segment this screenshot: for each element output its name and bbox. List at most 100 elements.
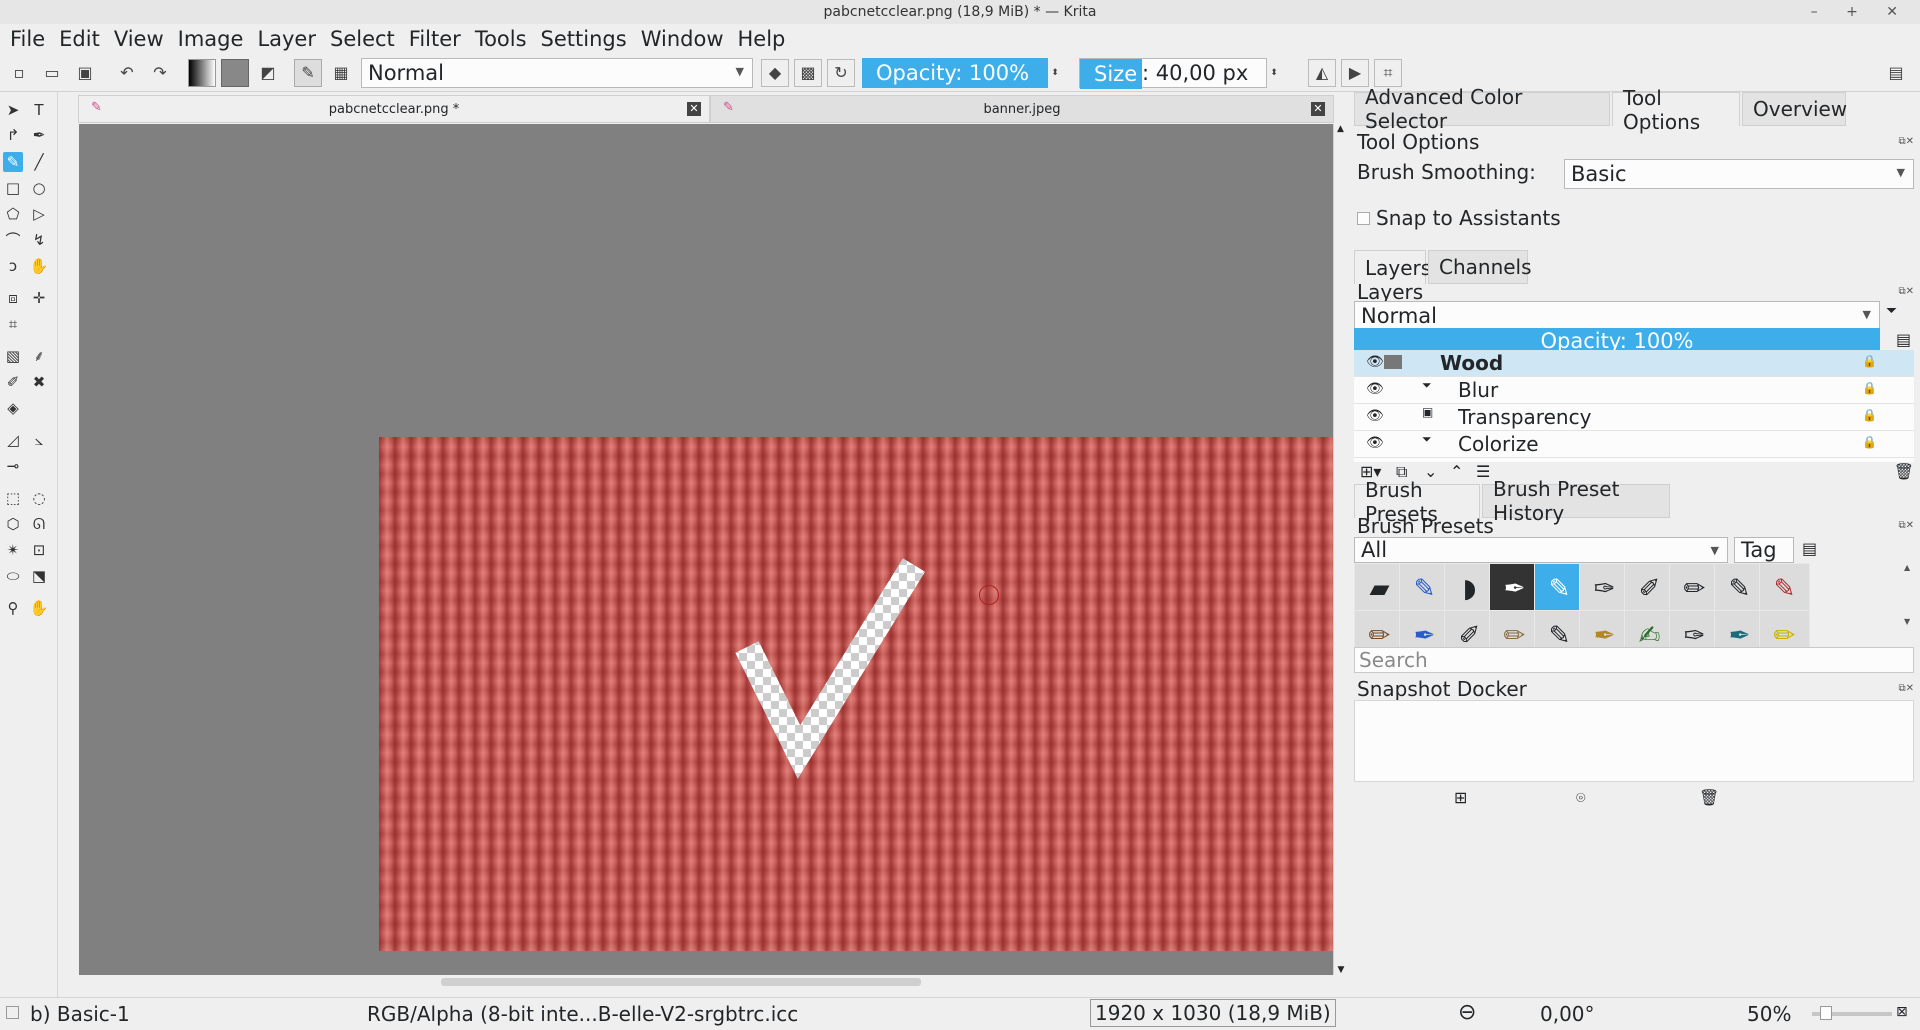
brush-smoothing-select[interactable]: Basic ▼ [1564, 159, 1914, 189]
eraser-mode-icon[interactable]: ◆ [761, 58, 789, 87]
preset-eraser-icon[interactable]: ▰ [1354, 563, 1405, 614]
contiguous-select-icon[interactable]: ✴ [3, 540, 23, 560]
preset-search-field[interactable]: Search [1354, 647, 1914, 673]
docker-float-close-icon[interactable]: ⧉✕ [1898, 286, 1914, 297]
layer-properties-icon[interactable]: ▤ [1896, 330, 1911, 349]
menu-tools[interactable]: Tools [475, 27, 527, 51]
snapshot-list[interactable] [1354, 700, 1914, 782]
fg-bg-color-icon[interactable]: ◩ [254, 59, 282, 87]
fill-tool-icon[interactable]: ◈ [3, 398, 23, 418]
edit-shapes-icon[interactable]: ↱ [3, 125, 23, 145]
polygon-select-icon[interactable]: ⬡ [3, 514, 23, 534]
docker-float-close-icon[interactable]: ⧉✕ [1898, 683, 1914, 694]
brush-presets-grid-icon[interactable]: ▦ [327, 59, 355, 87]
mirror-horizontal-icon[interactable]: ◭ [1308, 58, 1336, 87]
pan-tool-icon[interactable]: ✋ [29, 598, 49, 618]
freehand-path-icon[interactable]: ↯ [29, 230, 49, 250]
zoom-tool-icon[interactable]: ⚲ [3, 598, 23, 618]
rectangle-tool-icon[interactable]: □ [3, 178, 23, 198]
image-size-label[interactable]: 1920 x 1030 (18,9 MiB) [1090, 999, 1336, 1027]
scroll-down-icon[interactable]: ▼ [1334, 965, 1348, 975]
horizontal-scrollbar[interactable] [79, 975, 1333, 989]
menu-view[interactable]: View [114, 27, 164, 51]
zoom-value[interactable]: 50% [1747, 1002, 1791, 1026]
redo-icon[interactable]: ↷ [146, 59, 174, 87]
wrap-around-icon[interactable]: ⌗ [1374, 58, 1402, 87]
lock-icon[interactable]: 🔒 [1862, 354, 1877, 368]
scroll-up-icon[interactable]: ▲ [1334, 124, 1347, 134]
ellipse-select-icon[interactable]: ◌ [29, 488, 49, 508]
docker-float-close-icon[interactable]: ⧉✕ [1898, 520, 1914, 531]
close-icon[interactable]: ✕ [687, 102, 701, 116]
vertical-scrollbar[interactable]: ▲ ▼ [1333, 124, 1347, 975]
visibility-eye-icon[interactable]: 👁 [1366, 435, 1384, 451]
horizontal-scroll-thumb[interactable] [441, 978, 921, 986]
magnetic-select-icon[interactable]: ⬔ [29, 566, 49, 586]
preset-pencil-grey-icon[interactable]: ✏ [1669, 563, 1720, 614]
preset-view-options-icon[interactable]: ▤ [1802, 539, 1817, 558]
layer-row-colorize[interactable]: 👁 ⏷ Colorize 🔒 [1354, 431, 1914, 458]
reload-preset-icon[interactable]: ↻ [827, 58, 855, 87]
toggle-docker-icon[interactable]: ▤ [1882, 59, 1910, 87]
docker-float-close-icon[interactable]: ⧉✕ [1898, 136, 1914, 147]
visibility-eye-icon[interactable]: 👁 [1366, 381, 1384, 397]
layer-row-wood[interactable]: 👁 Wood 🔒 [1354, 350, 1914, 377]
tab-pabcnetcclear[interactable]: ✎ pabcnetcclear.png * ✕ [78, 95, 710, 123]
lock-icon[interactable]: 🔒 [1862, 381, 1877, 395]
visibility-eye-icon[interactable]: 👁 [1366, 408, 1384, 424]
new-document-icon[interactable]: ▫ [5, 59, 33, 87]
dynamic-brush-icon[interactable]: ↄ [3, 256, 23, 276]
menu-file[interactable]: File [10, 27, 45, 51]
crop-tool-icon[interactable]: ⌗ [3, 314, 23, 334]
select-shapes-icon[interactable]: ➤ [3, 100, 23, 120]
tab-overview[interactable]: Overview [1742, 92, 1847, 126]
menu-filter[interactable]: Filter [409, 27, 461, 51]
preset-ink-pen-icon[interactable]: ✑ [1579, 563, 1630, 614]
menu-image[interactable]: Image [178, 27, 244, 51]
preset-soft-eraser-icon[interactable]: ◗ [1444, 563, 1495, 614]
brush-editor-icon[interactable]: ✎ [294, 58, 322, 87]
snap-checkbox[interactable] [1357, 212, 1370, 225]
freehand-select-icon[interactable]: ᘏ [29, 514, 49, 534]
transform-tool-icon[interactable]: ⧈ [3, 288, 23, 308]
freehand-brush-icon[interactable]: ✎ [3, 152, 23, 172]
fit-to-view-icon[interactable]: ⊠ [1896, 1004, 1908, 1020]
bezier-tool-icon[interactable]: ⌒ [3, 230, 23, 250]
similar-select-icon[interactable]: ⊡ [29, 540, 49, 560]
layer-row-transparency[interactable]: 👁 ▣ Transparency 🔒 [1354, 404, 1914, 431]
preset-airbrush-icon[interactable]: ✒ [1489, 563, 1540, 614]
reference-images-icon[interactable]: ⊸ [3, 456, 23, 476]
gradient-swatch-icon[interactable] [188, 58, 216, 87]
rect-select-icon[interactable]: ⬚ [3, 488, 23, 508]
pattern-swatch-icon[interactable] [221, 58, 249, 87]
move-tool-icon[interactable]: ✛ [29, 288, 49, 308]
opacity-slider[interactable]: Opacity: 100% [862, 57, 1048, 88]
tab-tool-options[interactable]: Tool Options [1612, 86, 1740, 134]
tag-button[interactable]: Tag [1734, 537, 1794, 563]
line-tool-icon[interactable]: ╱ [29, 152, 49, 172]
tab-layers[interactable]: Layers [1354, 250, 1431, 284]
calligraphy-icon[interactable]: ✒ [29, 125, 49, 145]
preset-dark-pencil-icon[interactable]: ✎ [1714, 563, 1765, 614]
size-slider[interactable]: Size : 40,00 px [1079, 57, 1267, 89]
blend-mode-select[interactable]: Normal ▼ [361, 57, 753, 88]
menu-select[interactable]: Select [330, 27, 395, 51]
zoom-slider-handle[interactable] [1820, 1006, 1832, 1020]
preset-basic-1-icon[interactable]: ✎ [1534, 563, 1585, 614]
menu-settings[interactable]: Settings [541, 27, 627, 51]
rotation-value[interactable]: 0,00° [1540, 1002, 1595, 1026]
preset-blue-marker-icon[interactable]: ✎ [1399, 563, 1450, 614]
window-controls[interactable]: – + ✕ [1811, 0, 1910, 24]
save-icon[interactable]: ▣ [71, 59, 99, 87]
delete-snapshot-icon[interactable]: 🗑 [1699, 788, 1719, 807]
ellipse-tool-icon[interactable]: ○ [29, 178, 49, 198]
opacity-spin-icon[interactable]: ⬍ [1049, 59, 1061, 87]
preset-red-pencil-icon[interactable]: ✎ [1759, 563, 1810, 614]
lock-icon[interactable]: 🔒 [1862, 435, 1877, 449]
gradient-tool-icon[interactable]: ▧ [3, 346, 23, 366]
size-spin-icon[interactable]: ⬍ [1268, 59, 1280, 87]
preset-scrollbar[interactable]: ▲ ▼ [1904, 563, 1914, 657]
add-snapshot-icon[interactable]: ⊞ [1454, 788, 1467, 807]
tab-banner[interactable]: ✎ banner.jpeg ✕ [710, 95, 1334, 123]
measure-tool-icon[interactable]: ⦣ [29, 430, 49, 450]
